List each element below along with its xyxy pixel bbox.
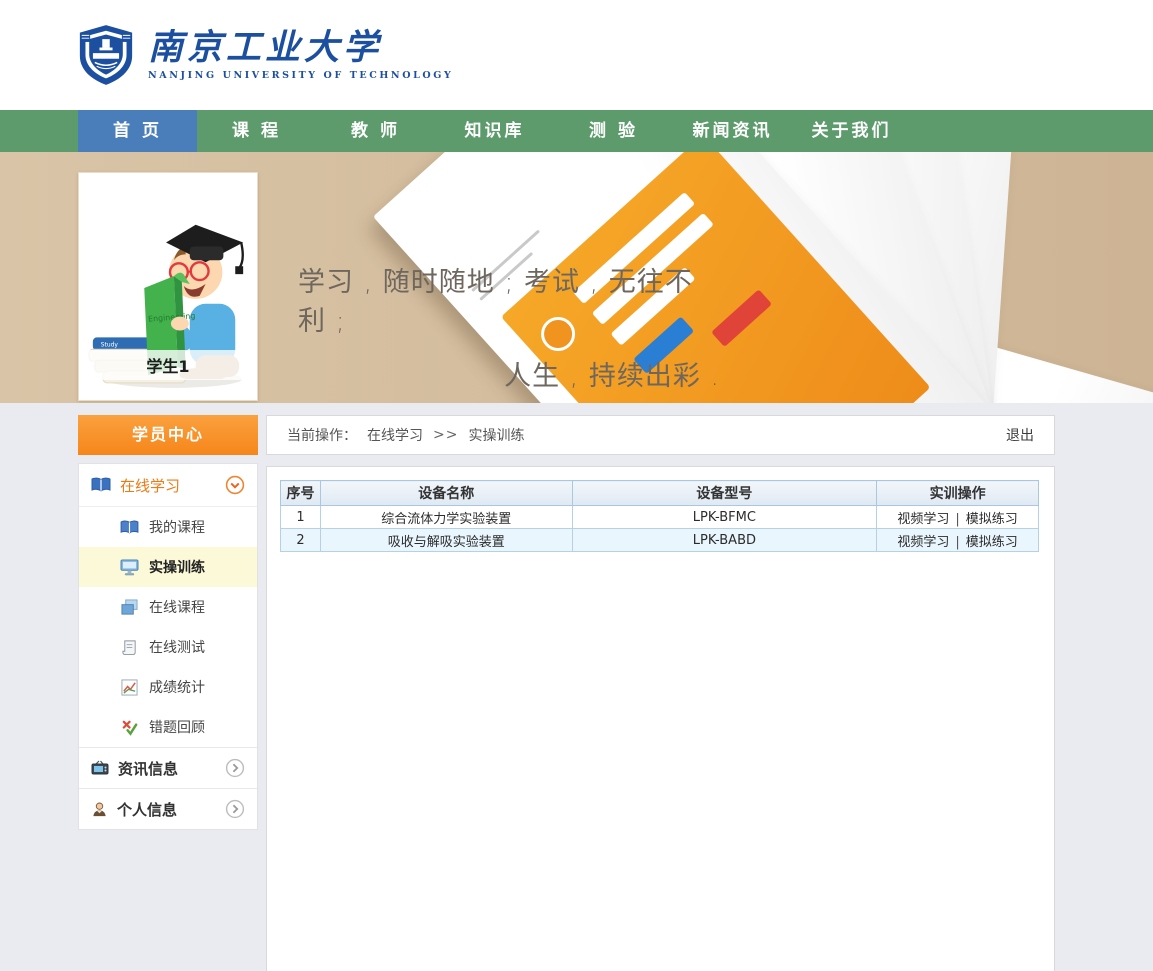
table-row: 2 吸收与解吸实验装置 LPK-BABD 视频学习 | 模拟练习 bbox=[280, 528, 1039, 552]
cell-operations: 视频学习 | 模拟练习 bbox=[876, 528, 1039, 552]
sidebar: 学员中心 在线学习 我的课程 实操训练 在线课程 在线测试 成绩统计 错题回顾 … bbox=[78, 415, 258, 830]
breadcrumb-current: 实操训练 bbox=[468, 428, 525, 444]
col-header-device-name: 设备名称 bbox=[319, 480, 573, 506]
col-header-no: 序号 bbox=[280, 480, 321, 506]
slogan-line-2: 人生 , 持续出彩 . bbox=[504, 361, 720, 392]
breadcrumb-separator: >> bbox=[433, 427, 459, 443]
university-name-en: NANJING UNIVERSITY OF TECHNOLOGY bbox=[148, 69, 454, 81]
video-study-link[interactable]: 视频学习 bbox=[897, 535, 949, 550]
cell-operations: 视频学习 | 模拟练习 bbox=[876, 505, 1039, 529]
simulation-practice-link[interactable]: 模拟练习 bbox=[966, 512, 1018, 527]
sidebar-menu-panel: 在线学习 我的课程 实操训练 在线课程 在线测试 成绩统计 错题回顾 资讯信息 … bbox=[78, 463, 258, 830]
x-check-icon bbox=[119, 719, 139, 736]
monitor-icon bbox=[119, 558, 139, 576]
table-row: 1 综合流体力学实验装置 LPK-BFMC 视频学习 | 模拟练习 bbox=[280, 505, 1039, 529]
sidebar-item-my-courses[interactable]: 我的课程 bbox=[79, 507, 257, 547]
sidebar-item-practical-training[interactable]: 实操训练 bbox=[79, 547, 257, 587]
tv-icon bbox=[91, 760, 109, 776]
sidebar-item-wrong-question-review[interactable]: 错题回顾 bbox=[79, 707, 257, 747]
main-panel: 序号 设备名称 设备型号 实训操作 1 综合流体力学实验装置 LPK-BFMC … bbox=[266, 466, 1055, 971]
university-emblem-icon bbox=[79, 25, 133, 85]
student-profile-card[interactable]: Study Engineering 学生1 bbox=[78, 172, 258, 401]
sidebar-item-score-statistics[interactable]: 成绩统计 bbox=[79, 667, 257, 707]
nav-item-home[interactable]: 首 页 bbox=[78, 110, 197, 152]
nav-item-knowledge-base[interactable]: 知识库 bbox=[435, 110, 554, 152]
sidebar-item-online-tests[interactable]: 在线测试 bbox=[79, 627, 257, 667]
cell-device-name: 吸收与解吸实验装置 bbox=[319, 528, 573, 552]
col-header-device-model: 设备型号 bbox=[571, 480, 878, 506]
sidebar-title-student-center[interactable]: 学员中心 bbox=[78, 415, 258, 455]
page-header: 南京工业大学 NANJING UNIVERSITY OF TECHNOLOGY bbox=[0, 0, 1153, 110]
cell-no: 1 bbox=[280, 505, 321, 529]
cell-no: 2 bbox=[280, 528, 321, 552]
hero-banner: Study Engineering 学生1 学习 , 随时随地 ; 考试 , 无… bbox=[0, 152, 1153, 403]
logout-button[interactable]: 退出 bbox=[1006, 425, 1034, 445]
nav-item-tests[interactable]: 测 验 bbox=[554, 110, 673, 152]
chevron-down-icon bbox=[225, 475, 245, 495]
university-name-cn: 南京工业大学 bbox=[148, 26, 383, 68]
banner-slogan: 学习 , 随时随地 ; 考试 , 无往不利 ; 人生 , 持续出彩 . bbox=[298, 260, 720, 393]
cell-device-model: LPK-BABD bbox=[571, 528, 878, 552]
book-icon bbox=[119, 520, 139, 535]
breadcrumb-section[interactable]: 在线学习 bbox=[367, 425, 423, 445]
chevron-right-icon bbox=[225, 799, 245, 819]
sidebar-item-online-learning[interactable]: 在线学习 bbox=[79, 464, 257, 507]
chevron-right-icon bbox=[225, 758, 245, 778]
chart-icon bbox=[119, 678, 139, 696]
nav-item-teachers[interactable]: 教 师 bbox=[316, 110, 435, 152]
svg-text:Study: Study bbox=[101, 341, 119, 348]
person-icon bbox=[91, 801, 108, 818]
video-study-link[interactable]: 视频学习 bbox=[897, 512, 949, 527]
col-header-operations: 实训操作 bbox=[876, 480, 1039, 506]
nav-item-news[interactable]: 新闻资讯 bbox=[673, 110, 792, 152]
breadcrumb: 当前操作： 在线学习 >> 实操训练 退出 bbox=[266, 415, 1055, 455]
windows-icon bbox=[119, 598, 139, 616]
nav-item-courses[interactable]: 课 程 bbox=[197, 110, 316, 152]
content-area: 学员中心 在线学习 我的课程 实操训练 在线课程 在线测试 成绩统计 错题回顾 … bbox=[0, 403, 1153, 971]
open-book-icon bbox=[91, 477, 111, 493]
main-column: 当前操作： 在线学习 >> 实操训练 退出 序号 设备名称 设备型号 实训操作 … bbox=[266, 415, 1055, 971]
cell-device-name: 综合流体力学实验装置 bbox=[319, 505, 573, 529]
sidebar-item-news-info[interactable]: 资讯信息 bbox=[79, 747, 257, 788]
table-header-row: 序号 设备名称 设备型号 实训操作 bbox=[280, 480, 1039, 506]
sidebar-item-personal-info[interactable]: 个人信息 bbox=[79, 788, 257, 829]
breadcrumb-prefix: 当前操作： bbox=[287, 428, 357, 444]
simulation-practice-link[interactable]: 模拟练习 bbox=[966, 535, 1018, 550]
nav-item-about[interactable]: 关于我们 bbox=[792, 110, 911, 152]
cell-device-model: LPK-BFMC bbox=[571, 505, 878, 529]
slogan-line-1: 学习 , 随时随地 ; 考试 , 无往不利 ; bbox=[298, 267, 693, 337]
university-logo[interactable]: 南京工业大学 NANJING UNIVERSITY OF TECHNOLOGY bbox=[78, 23, 453, 87]
main-nav: 首 页 课 程 教 师 知识库 测 验 新闻资讯 关于我们 bbox=[0, 110, 1153, 152]
device-table: 序号 设备名称 设备型号 实训操作 1 综合流体力学实验装置 LPK-BFMC … bbox=[280, 480, 1039, 552]
scroll-icon bbox=[119, 639, 139, 656]
sidebar-item-online-courses[interactable]: 在线课程 bbox=[79, 587, 257, 627]
student-name-label: 学生1 bbox=[79, 350, 257, 380]
